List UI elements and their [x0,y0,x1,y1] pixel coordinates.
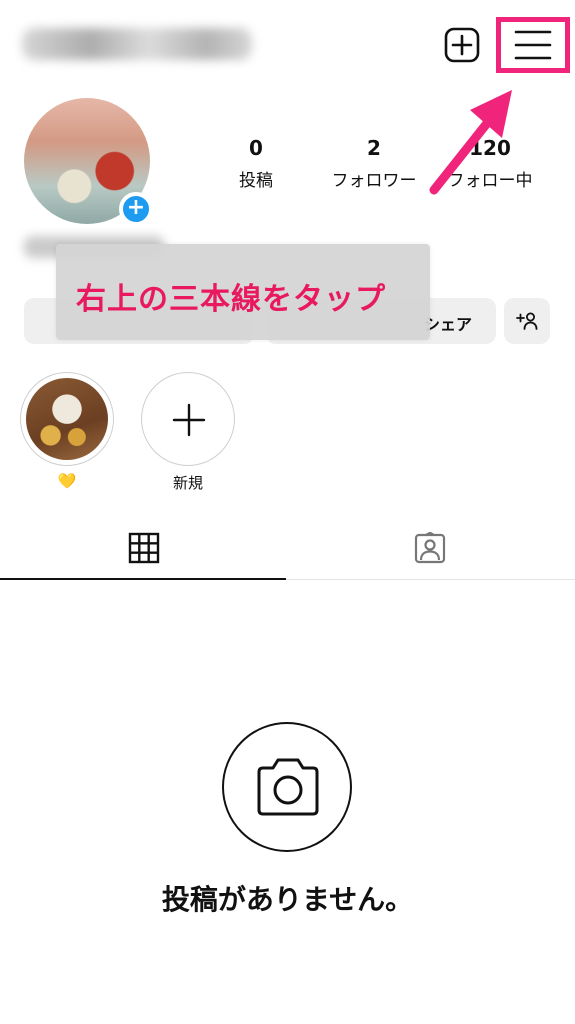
instruction-callout: 右上の三本線をタップ [56,244,430,340]
username-blurred[interactable] [22,28,252,60]
profile-tabbar [0,516,575,580]
stat-following-label: フォロー中 [447,171,533,191]
new-highlight-ring [141,372,235,466]
plus-icon [172,403,206,437]
empty-camera-circle [222,722,352,852]
highlight-thumbnail [26,378,108,460]
empty-state-text: 投稿がありません。 [161,883,414,916]
stat-posts-label: 投稿 [239,171,273,191]
plus-square-icon [444,27,480,63]
discover-people-button[interactable] [504,298,550,344]
hamburger-menu-icon [514,30,552,60]
stat-posts: 0 投稿 [196,136,316,191]
stat-followers[interactable]: 2 フォロワー [314,136,434,191]
grid-icon [128,532,160,564]
highlight-item[interactable]: 💛 [20,372,114,490]
stat-posts-value: 0 [249,136,263,160]
new-highlight-button[interactable]: 新規 [141,372,235,493]
stat-following-value: 120 [469,136,511,160]
highlight-label: 💛 [57,472,77,490]
camera-icon [257,758,319,816]
tab-tagged[interactable] [286,516,575,580]
stat-following[interactable]: 120 フォロー中 [430,136,550,191]
menu-button[interactable] [496,17,570,73]
tagged-person-icon [414,532,446,564]
highlight-ring [20,372,114,466]
tab-posts-grid[interactable] [0,516,286,580]
add-post-button[interactable] [444,27,480,63]
stat-followers-value: 2 [367,136,381,160]
share-label: シェア [423,315,472,334]
add-user-icon [516,312,538,330]
stat-followers-label: フォロワー [331,171,417,191]
new-highlight-label: 新規 [172,474,203,492]
add-story-badge[interactable]: + [119,192,153,226]
callout-text: 右上の三本線をタップ [76,282,386,317]
